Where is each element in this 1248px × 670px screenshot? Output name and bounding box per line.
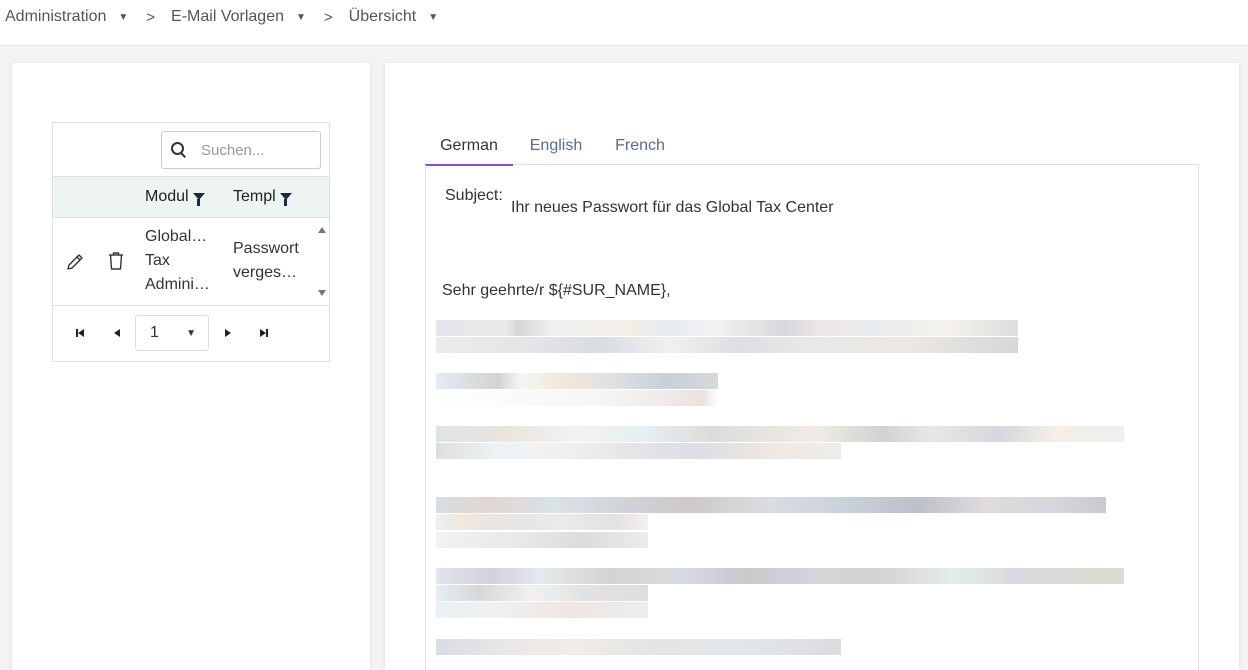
breadcrumb-label: E-Mail Vorlagen [171,8,284,25]
breadcrumb-label: Administration [5,8,107,25]
trash-delete-icon[interactable] [107,251,125,271]
breadcrumb-separator: > [146,8,156,26]
caret-down-icon[interactable]: ▼ [296,12,306,23]
grid-header: Modul Templ [53,177,329,218]
tab-french[interactable]: French [599,127,681,165]
breadcrumb-administration[interactable]: Administration ▼ [5,8,128,26]
page-select[interactable]: 1 ▼ [135,315,209,351]
caret-down-icon[interactable]: ▼ [118,12,128,23]
column-header-template[interactable]: Templ [233,188,303,206]
grid-toolbar [53,123,329,177]
search-icon [171,142,187,158]
tab-german[interactable]: German [425,127,513,166]
search-box[interactable] [161,131,321,169]
cell-modul: GlobalT… Tax Adminis… [145,225,217,297]
breadcrumb-separator: > [323,8,333,26]
breadcrumb-label: Übersicht [348,8,417,25]
subject-value[interactable]: Ihr neues Passwort für das Global Tax Ce… [511,199,834,217]
caret-down-icon[interactable]: ▼ [428,12,438,23]
breadcrumb: Administration ▼ > E-Mail Vorlagen ▼ > Ü… [5,8,438,26]
language-tabs: German English French [425,127,1199,166]
column-title: Modul [145,188,189,205]
first-page-icon[interactable] [73,326,87,340]
current-page: 1 [150,324,159,341]
column-title: Templ [233,188,276,205]
caret-down-icon: ▼ [186,327,196,339]
next-page-icon[interactable] [221,326,235,340]
cell-text: Tax [145,252,170,269]
cell-text: Adminis… [145,276,217,293]
table-row[interactable]: GlobalT… Tax Adminis… Passwort vergess… [53,218,329,306]
cell-text: GlobalT… [145,228,217,245]
breadcrumb-bar: Administration ▼ > E-Mail Vorlagen ▼ > Ü… [0,0,1248,46]
scroll-up-arrow-icon[interactable] [318,227,326,233]
cell-template: Passwort vergess… [233,237,305,285]
search-input[interactable] [201,141,311,159]
salutation-text: Sehr geehrte/r ${#SUR_NAME}, [442,282,671,299]
pencil-edit-icon[interactable] [65,252,85,272]
email-body-editor[interactable]: Subject: Ihr neues Passwort für das Glob… [425,165,1199,670]
cell-text: Passwort [233,240,299,257]
pager: 1 ▼ [53,306,329,361]
filter-icon[interactable] [192,192,205,206]
redacted-body-text [436,320,1136,670]
previous-page-icon[interactable] [110,326,124,340]
last-page-icon[interactable] [257,326,271,340]
breadcrumb-email-templates[interactable]: E-Mail Vorlagen ▼ [171,8,306,26]
scroll-down-arrow-icon[interactable] [318,290,326,296]
cell-text: vergess… [233,264,305,281]
filter-icon[interactable] [279,192,292,206]
template-editor-panel: German English French Subject: Ihr neues… [385,63,1239,670]
breadcrumb-overview[interactable]: Übersicht ▼ [349,8,438,26]
template-grid: Modul Templ GlobalT… Tax Adminis… [52,122,330,362]
column-header-modul[interactable]: Modul [145,188,215,206]
subject-label: Subject: [445,187,503,204]
tab-english[interactable]: English [513,127,599,165]
template-list-panel: Modul Templ GlobalT… Tax Adminis… [12,63,370,670]
